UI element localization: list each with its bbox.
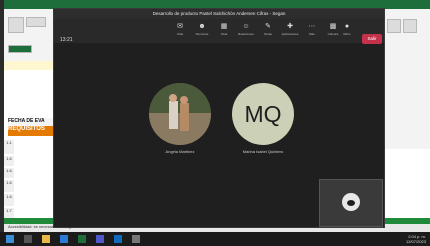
- mic-icon: ●: [344, 23, 350, 30]
- row-number[interactable]: 1.6: [4, 168, 14, 178]
- mic-button[interactable]: ● Micro: [340, 22, 354, 40]
- taskbar: 2:04 p. m. 12/07/2023: [0, 232, 430, 246]
- more-button[interactable]: ⋯ Más: [301, 22, 323, 40]
- call-window: Desarrollo de producto Pastel Salchichón…: [53, 8, 385, 228]
- participant-name: Marina Isabel Quintero: [242, 149, 284, 154]
- row-number[interactable]: 1.6: [4, 180, 14, 192]
- more-icon: ⋯: [308, 23, 316, 30]
- apps-icon: ✚: [287, 23, 293, 30]
- chat-button[interactable]: ✉ Chat: [169, 22, 191, 40]
- self-view[interactable]: [319, 179, 383, 227]
- teams-icon[interactable]: [96, 235, 104, 243]
- call-title: Desarrollo de producto Pastel Salchichón…: [54, 9, 384, 19]
- photo-image: [149, 83, 211, 145]
- apps-button[interactable]: ✚ Aplicaciones: [279, 22, 301, 40]
- call-timer: 13:21: [60, 37, 73, 43]
- notes-button[interactable]: ✎ Notas: [257, 22, 279, 40]
- leave-button[interactable]: Salir: [362, 34, 382, 44]
- call-toolbar: 13:21 ✉ Chat ☻ Personas ▦ Vista ☺ Reacciones…: [54, 19, 384, 44]
- row-number[interactable]: 1.1: [4, 140, 14, 154]
- edge-icon[interactable]: [60, 235, 68, 243]
- view-button[interactable]: ▦ Vista: [213, 22, 235, 40]
- chat-icon: ✉: [177, 23, 183, 30]
- people-icon: ☻: [198, 23, 206, 30]
- notes-icon: ✎: [265, 23, 271, 30]
- toggle-switch[interactable]: [8, 45, 32, 53]
- fecha-header: FECHA DE EVA: [8, 118, 56, 126]
- clock-date: 12/07/2023: [405, 239, 426, 244]
- excel-right-pane: [380, 9, 430, 149]
- info-bar: [4, 61, 56, 70]
- row-number[interactable]: 1.6: [4, 194, 14, 206]
- reactions-button[interactable]: ☺ Reacciones: [235, 22, 257, 40]
- people-button[interactable]: ☻ Personas: [191, 22, 213, 40]
- requisitos-header: REQUISITOS: [8, 126, 56, 136]
- reactions-icon: ☺: [242, 23, 250, 30]
- participant-initials-avatar[interactable]: MQ: [232, 83, 294, 145]
- excel-icon[interactable]: [78, 235, 86, 243]
- app-icon[interactable]: [132, 235, 140, 243]
- system-tray[interactable]: 2:04 p. m. 12/07/2023: [406, 234, 426, 244]
- self-avatar-detail: [347, 200, 355, 206]
- search-icon[interactable]: [24, 235, 32, 243]
- participant-photo[interactable]: [149, 83, 211, 145]
- view-icon: ▦: [220, 23, 228, 30]
- outlook-icon[interactable]: [114, 235, 122, 243]
- row-number[interactable]: 1.6: [4, 156, 14, 166]
- paste-icon[interactable]: [8, 17, 24, 33]
- folder-icon[interactable]: [42, 235, 50, 243]
- pegar-icon[interactable]: [403, 19, 417, 33]
- compartir-icon[interactable]: [387, 19, 401, 33]
- participant-name: Angela Martinez: [165, 149, 195, 154]
- font-box[interactable]: [26, 17, 46, 27]
- start-icon[interactable]: [6, 235, 14, 243]
- row-number[interactable]: 1.7: [4, 208, 14, 218]
